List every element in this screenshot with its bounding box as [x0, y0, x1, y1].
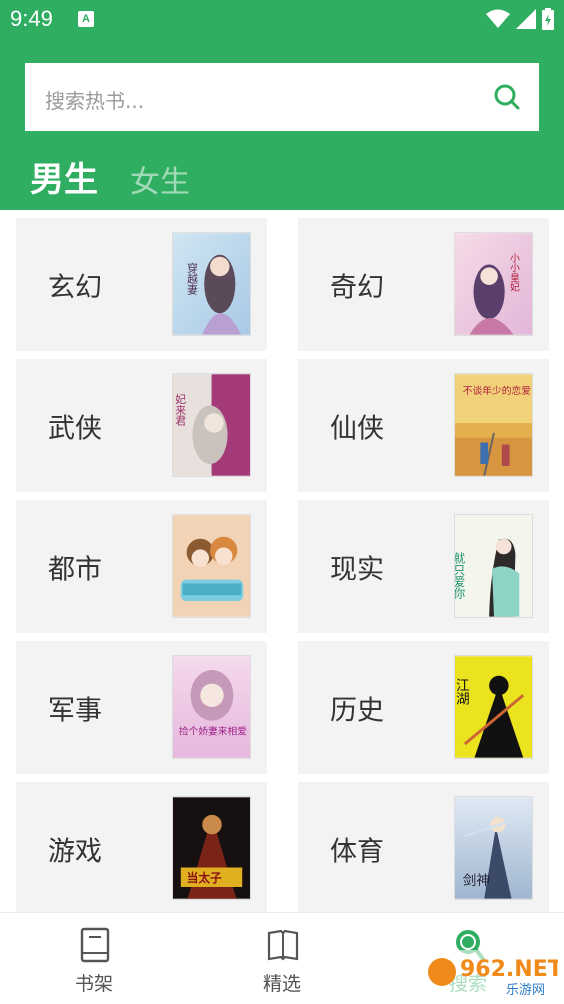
book-cover-image [172, 514, 251, 618]
category-label: 现实 [330, 554, 384, 585]
wifi-icon [486, 9, 510, 28]
cover-title: 小小皇妃 [508, 252, 520, 292]
cover-title: 穿越妻 [186, 262, 199, 295]
category-card-wuxia[interactable]: 武侠 妃来君 [16, 359, 267, 492]
category-card-dushi[interactable]: 都市 [16, 500, 267, 633]
open-book-icon [267, 929, 299, 961]
book-cover-image: 江湖 [454, 655, 533, 759]
cover-title: 江湖 [455, 678, 470, 707]
status-bar: 9:49 A [0, 0, 564, 40]
book-cover-image: 小小皇妃 [454, 232, 533, 336]
category-label: 玄幻 [48, 272, 102, 303]
book-cover-image: 穿越妻 [172, 232, 251, 336]
category-card-lishi[interactable]: 历史 江湖 [298, 641, 549, 774]
book-icon [80, 927, 110, 963]
tab-male[interactable]: 男生 [30, 152, 98, 201]
category-card-xuanhuan[interactable]: 玄幻 穿越妻 [16, 218, 267, 351]
cover-title: 就只爱你 [455, 552, 466, 599]
cover-title: 捡个娇妻来相爱 [179, 724, 247, 737]
nav-bookshelf[interactable]: 书架 [34, 913, 154, 1004]
category-label: 游戏 [48, 836, 102, 867]
category-label: 奇幻 [330, 272, 384, 303]
category-card-xianxia[interactable]: 仙侠 不谈年少的恋爱 [298, 359, 549, 492]
battery-icon [542, 8, 554, 30]
nav-featured[interactable]: 精选 [222, 913, 342, 1004]
watermark-sub: 乐游网 [506, 983, 545, 998]
search-icon[interactable] [493, 83, 521, 111]
cover-title: 剑神 [463, 873, 490, 889]
notification-icon: A [78, 11, 94, 27]
category-label: 军事 [48, 695, 102, 726]
book-cover-image: 就只爱你 [454, 514, 533, 618]
category-card-qihuan[interactable]: 奇幻 小小皇妃 [298, 218, 549, 351]
tab-female[interactable]: 女生 [130, 157, 190, 201]
category-card-tiyu[interactable]: 体育 剑神 [298, 782, 549, 915]
book-cover-image: 妃来君 [172, 373, 251, 477]
category-label: 武侠 [48, 413, 102, 444]
search-input[interactable]: 搜索热书... [25, 63, 539, 131]
category-card-xianshi[interactable]: 现实 就只爱你 [298, 500, 549, 633]
book-cover-image: 当太子 [172, 796, 251, 900]
category-label: 历史 [330, 695, 384, 726]
header: 9:49 A 搜索热书... 男生 女生 [0, 0, 564, 210]
watermark-text: 962.NET [460, 957, 558, 982]
category-label: 体育 [330, 836, 384, 867]
category-label: 都市 [48, 554, 102, 585]
cover-title: 当太子 [187, 871, 222, 885]
nav-label: 书架 [74, 973, 113, 995]
cover-title: 妃来君 [174, 393, 187, 426]
nav-label: 精选 [262, 973, 301, 995]
search-placeholder: 搜索热书... [45, 89, 145, 113]
category-card-junshi[interactable]: 军事 捡个娇妻来相爱 [16, 641, 267, 774]
category-card-youxi[interactable]: 游戏 当太子 [16, 782, 267, 915]
cover-title: 不谈年少的恋爱 [463, 384, 531, 397]
category-label: 仙侠 [330, 413, 384, 444]
watermark-logo: 962.NET 乐游网 [424, 950, 558, 998]
book-cover-image: 捡个娇妻来相爱 [172, 655, 251, 759]
signal-icon [516, 9, 536, 29]
book-cover-image: 不谈年少的恋爱 [454, 373, 533, 477]
status-time: 9:49 [10, 6, 53, 31]
book-cover-image: 剑神 [454, 796, 533, 900]
status-icons [486, 8, 554, 30]
